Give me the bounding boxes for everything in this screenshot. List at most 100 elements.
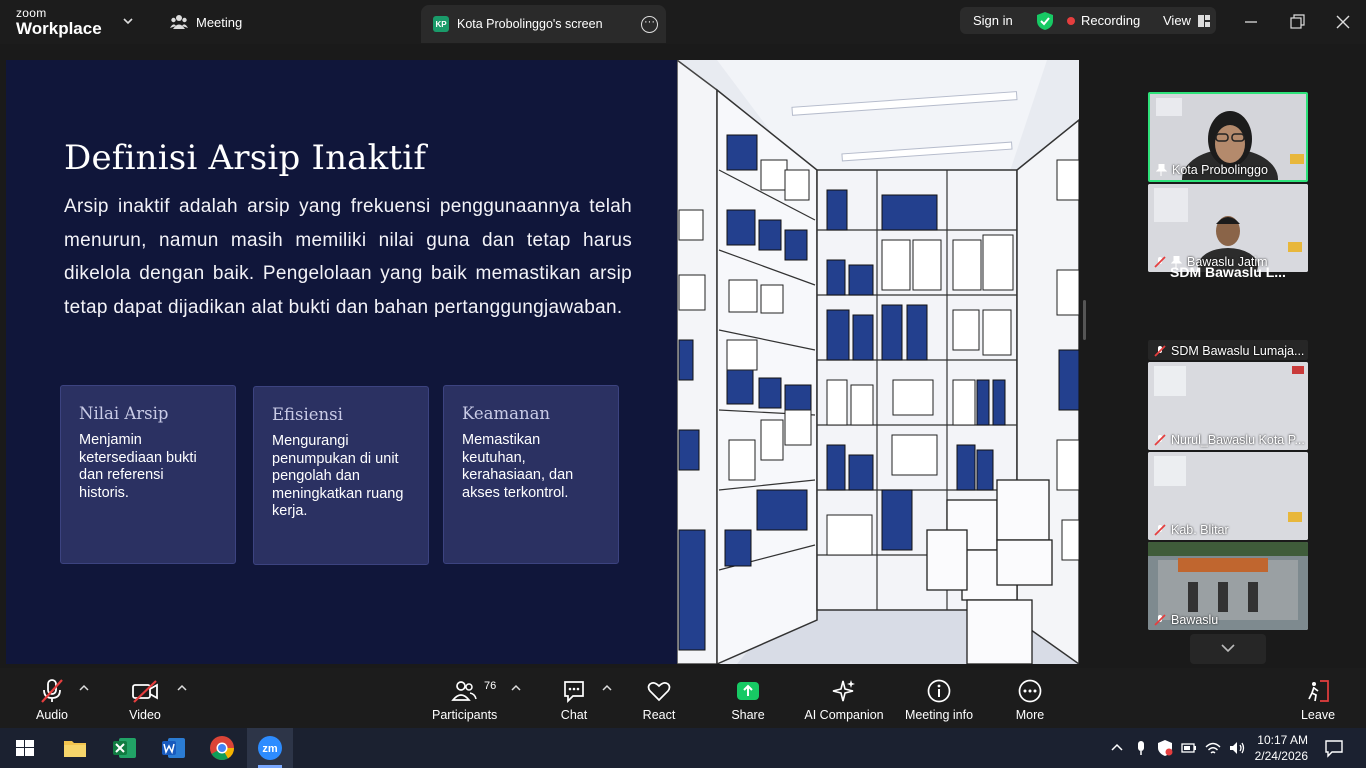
card-nilai-arsip: Nilai Arsip Menjamin ketersediaan bukti … [60, 385, 236, 564]
panel-resize-handle[interactable] [1083, 300, 1086, 340]
taskbar-clock[interactable]: 10:17 AM 2/24/2026 [1255, 732, 1308, 764]
more-dots-icon [1018, 679, 1042, 703]
card-text: Memastikan keutuhan, kerahasiaan, dan ak… [462, 432, 574, 501]
header-actions: Sign in Recording View [960, 7, 1216, 34]
pin-icon [1156, 164, 1167, 176]
muted-mic-icon [1154, 345, 1166, 357]
participant-name: Kab. Blitar [1171, 523, 1229, 537]
tile-label: Nurul_Bawaslu Kota P... [1154, 433, 1305, 447]
participants-icon [170, 15, 188, 29]
video-tile-bawaslu[interactable]: Bawaslu [1148, 542, 1308, 630]
close-icon[interactable] [1333, 12, 1353, 32]
view-button[interactable]: View [1163, 13, 1210, 28]
file-explorer-icon[interactable] [60, 733, 90, 763]
card-title: Keamanan [462, 404, 551, 423]
video-options-caret-icon[interactable] [177, 684, 187, 692]
tile-label: SDM Bawaslu Lumaja... [1154, 344, 1304, 358]
participant-count: 76 [484, 680, 497, 692]
heart-icon [647, 682, 671, 702]
logo-line2: Workplace [16, 19, 102, 38]
tile-label: Bawaslu [1154, 613, 1218, 627]
volume-icon[interactable] [1228, 739, 1246, 757]
scroll-down-button[interactable] [1190, 634, 1266, 664]
card-title: Efisiensi [272, 405, 343, 424]
video-tile-sdm-bawaslu-lumajang[interactable]: SDM Bawaslu Lumaja... [1148, 340, 1308, 360]
chevron-down-icon [1221, 644, 1235, 653]
video-tile-nurul-bawaslu[interactable]: Nurul_Bawaslu Kota P... [1148, 362, 1308, 450]
view-label: View [1163, 13, 1191, 28]
video-button[interactable]: Video [124, 678, 166, 722]
video-tile-kab-blitar[interactable]: Kab. Blitar [1148, 452, 1308, 540]
sign-in-button[interactable]: Sign in [960, 13, 1035, 28]
slide-body: Arsip inaktif adalah arsip yang frekuens… [64, 196, 632, 318]
tray-chevron-up-icon[interactable] [1108, 739, 1126, 757]
participant-name: SDM Bawaslu Lumaja... [1171, 344, 1305, 358]
chrome-icon[interactable] [207, 733, 237, 763]
shield-check-icon[interactable] [1035, 11, 1055, 31]
audio-label: Audio [36, 708, 68, 722]
more-options-icon[interactable]: ··· [641, 16, 658, 33]
meeting-toolbar: Audio Video Participants 76 Chat React S… [0, 668, 1366, 728]
share-button[interactable]: Share [728, 678, 768, 722]
windows-taskbar: zm 10:17 AM 2/24/2026 [0, 728, 1366, 768]
meeting-info-label: Meeting info [904, 708, 974, 722]
leave-button[interactable]: Leave [1298, 678, 1338, 722]
ai-companion-button[interactable]: AI Companion [804, 678, 884, 722]
security-shield-tray-icon[interactable] [1156, 739, 1174, 757]
microphone-tray-icon[interactable] [1132, 739, 1150, 757]
notification-icon[interactable] [1324, 738, 1344, 758]
chat-label: Chat [560, 708, 588, 722]
title-bar: zoom Workplace Meeting KP Kota Proboling… [0, 0, 1366, 44]
audio-button[interactable]: Audio [30, 678, 74, 722]
shared-slide: Definisi Arsip Inaktif Arsip inaktif ada… [6, 60, 678, 664]
meeting-info-button[interactable]: Meeting info [903, 678, 975, 722]
card-keamanan: Keamanan Memastikan keutuhan, kerahasiaa… [443, 385, 619, 564]
tab-meeting[interactable]: Meeting [170, 14, 242, 30]
participants-label: Participants [432, 708, 498, 722]
chevron-down-icon[interactable] [122, 15, 134, 27]
excel-icon[interactable] [110, 733, 140, 763]
chat-icon [564, 681, 584, 704]
leave-label: Leave [1300, 708, 1336, 722]
clock-time: 10:17 AM [1257, 733, 1308, 747]
muted-mic-icon [1154, 614, 1166, 626]
participant-name: Kota Probolinggo [1172, 163, 1268, 177]
restore-icon[interactable] [1287, 12, 1307, 32]
recording-dot-icon [1067, 16, 1075, 25]
logo-line1: zoom [16, 6, 47, 20]
word-icon[interactable] [159, 733, 189, 763]
tile-label: Kab. Blitar [1154, 523, 1229, 537]
more-button[interactable]: More [1012, 678, 1048, 722]
svg-text:zm: zm [262, 743, 278, 755]
more-label: More [1015, 708, 1045, 722]
muted-mic-icon [1154, 524, 1166, 536]
participant-name: Nurul_Bawaslu Kota P... [1171, 433, 1305, 447]
recording-indicator[interactable]: Recording [1067, 13, 1157, 28]
chat-button[interactable]: Chat [554, 678, 594, 722]
chat-options-caret-icon[interactable] [602, 684, 612, 692]
slide-title: Definisi Arsip Inaktif [64, 138, 427, 178]
participants-button[interactable]: Participants 76 [432, 678, 498, 722]
video-off-icon [132, 680, 158, 703]
minimize-icon[interactable] [1241, 12, 1261, 32]
mic-muted-icon [41, 679, 63, 703]
card-text: Menjamin ketersediaan bukti dan referens… [79, 432, 197, 501]
recording-label: Recording [1081, 13, 1141, 28]
video-tile-kota-probolinggo[interactable]: Kota Probolinggo [1148, 92, 1308, 182]
card-efisiensi: Efisiensi Mengurangi penumpukan di unit … [253, 386, 429, 565]
zoom-app-icon[interactable]: zm [255, 733, 285, 763]
participants-options-caret-icon[interactable] [511, 684, 521, 692]
video-tile-bawaslu-jatim[interactable]: Bawaslu Jatim [1148, 184, 1308, 272]
archive-room-illustration [677, 60, 1079, 664]
share-label: Share [731, 708, 765, 722]
card-title: Nilai Arsip [79, 404, 169, 423]
tab-shared-screen[interactable]: KP Kota Probolinggo's screen ··· [421, 5, 666, 43]
name-only-tile[interactable]: SDM Bawaslu L... [1148, 264, 1308, 280]
wifi-icon[interactable] [1204, 739, 1222, 757]
battery-icon[interactable] [1180, 739, 1198, 757]
react-button[interactable]: React [638, 678, 680, 722]
windows-start-icon[interactable] [10, 733, 40, 763]
grid-icon [1197, 14, 1210, 27]
audio-options-caret-icon[interactable] [79, 684, 89, 692]
zoom-logo[interactable]: zoom Workplace [16, 7, 102, 37]
